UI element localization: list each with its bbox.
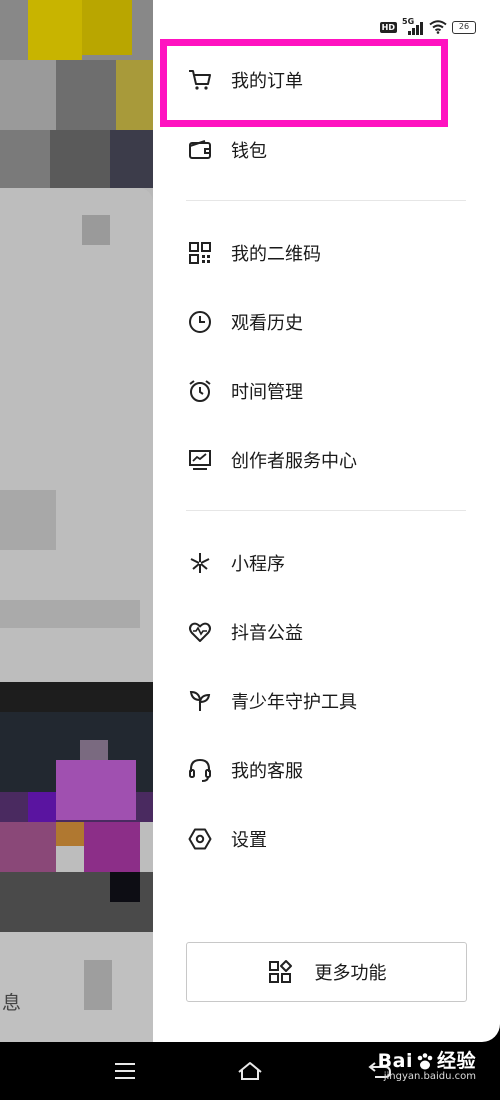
wifi-icon <box>429 20 447 34</box>
battery-indicator: 26 <box>452 20 476 34</box>
more-functions-button[interactable]: 更多功能 <box>186 942 467 1002</box>
mosaic-tile <box>56 822 84 846</box>
background-text: 息 <box>2 992 22 1014</box>
mini-program-icon <box>186 549 214 577</box>
mosaic-tile <box>0 60 56 130</box>
watermark-brand-left: Bai <box>377 1050 413 1072</box>
baidu-jingyan-watermark: Bai 经验 jingyan.baidu.com <box>378 1046 476 1082</box>
nav-menu-button[interactable] <box>108 1056 142 1086</box>
menu-item-mini-programs[interactable]: 小程序 <box>186 541 466 585</box>
paw-logo-icon <box>417 1052 433 1069</box>
menu-item-history[interactable]: 观看历史 <box>186 300 466 344</box>
mosaic-tile <box>28 0 82 60</box>
menu-item-charity[interactable]: 抖音公益 <box>186 610 466 654</box>
mosaic-tile <box>0 822 56 872</box>
mosaic-tile <box>82 0 132 55</box>
wallet-icon <box>186 136 214 164</box>
menu-label-settings: 设置 <box>231 830 267 851</box>
more-functions-label: 更多功能 <box>314 963 387 984</box>
mosaic-tile <box>0 130 50 188</box>
mosaic-tile <box>0 932 153 1042</box>
mosaic-tile <box>0 682 160 712</box>
network-label: 5G <box>402 17 415 26</box>
sprout-icon <box>186 687 214 715</box>
menu-item-customer-service[interactable]: 我的客服 <box>186 748 466 792</box>
menu-label-youth-protection: 青少年守护工具 <box>231 692 357 713</box>
menu-label-mini-programs: 小程序 <box>231 554 285 575</box>
qrcode-icon <box>186 239 214 267</box>
hd-indicator: HD <box>379 21 397 33</box>
menu-item-settings[interactable]: 设置 <box>186 817 466 861</box>
mosaic-tile <box>110 872 140 902</box>
menu-label-history: 观看历史 <box>231 313 303 334</box>
clock-icon <box>186 308 214 336</box>
mosaic-tile <box>56 60 116 130</box>
section-divider <box>186 510 466 511</box>
heart-icon <box>186 618 214 646</box>
mosaic-tile <box>50 130 110 188</box>
menu-label-customer-service: 我的客服 <box>231 761 303 782</box>
signal-5g-icon: 5G <box>402 17 424 35</box>
mosaic-tile <box>56 760 136 820</box>
menu-item-time-management[interactable]: 时间管理 <box>186 369 466 413</box>
watermark-brand-right: 经验 <box>436 1050 476 1072</box>
menu-label-wallet: 钱包 <box>231 141 267 162</box>
background-feed: 息 <box>0 0 160 1042</box>
headset-icon <box>186 756 214 784</box>
menu-icon <box>115 1063 135 1079</box>
home-icon <box>238 1062 262 1080</box>
mosaic-tile <box>0 600 140 628</box>
highlight-annotation-box <box>160 39 448 127</box>
mosaic-tile <box>84 822 140 872</box>
mosaic-tile <box>84 960 112 1010</box>
menu-label-time-management: 时间管理 <box>231 382 303 403</box>
mosaic-tile <box>0 490 56 550</box>
side-drawer: HD 5G 26 我的订单 钱包 我的二维码 观看历史 时间管理 创作者服务中心… <box>153 0 500 1042</box>
menu-item-youth-protection[interactable]: 青少年守护工具 <box>186 679 466 723</box>
settings-hexagon-icon <box>186 825 214 853</box>
nav-home-button[interactable] <box>233 1056 267 1086</box>
menu-label-charity: 抖音公益 <box>231 623 303 644</box>
monitor-chart-icon <box>186 446 214 474</box>
menu-label-qrcode: 我的二维码 <box>231 244 321 265</box>
mosaic-tile <box>82 215 110 245</box>
menu-label-creator-center: 创作者服务中心 <box>231 451 357 472</box>
alarm-clock-icon <box>186 377 214 405</box>
mosaic-tile <box>28 792 56 822</box>
grid-apps-icon <box>267 959 293 985</box>
status-bar: HD 5G 26 <box>379 17 476 37</box>
watermark-url: jingyan.baidu.com <box>383 1071 476 1082</box>
menu-item-creator-center[interactable]: 创作者服务中心 <box>186 438 466 482</box>
section-divider <box>186 200 466 201</box>
menu-item-qrcode[interactable]: 我的二维码 <box>186 231 466 275</box>
menu-item-wallet[interactable]: 钱包 <box>186 128 466 172</box>
